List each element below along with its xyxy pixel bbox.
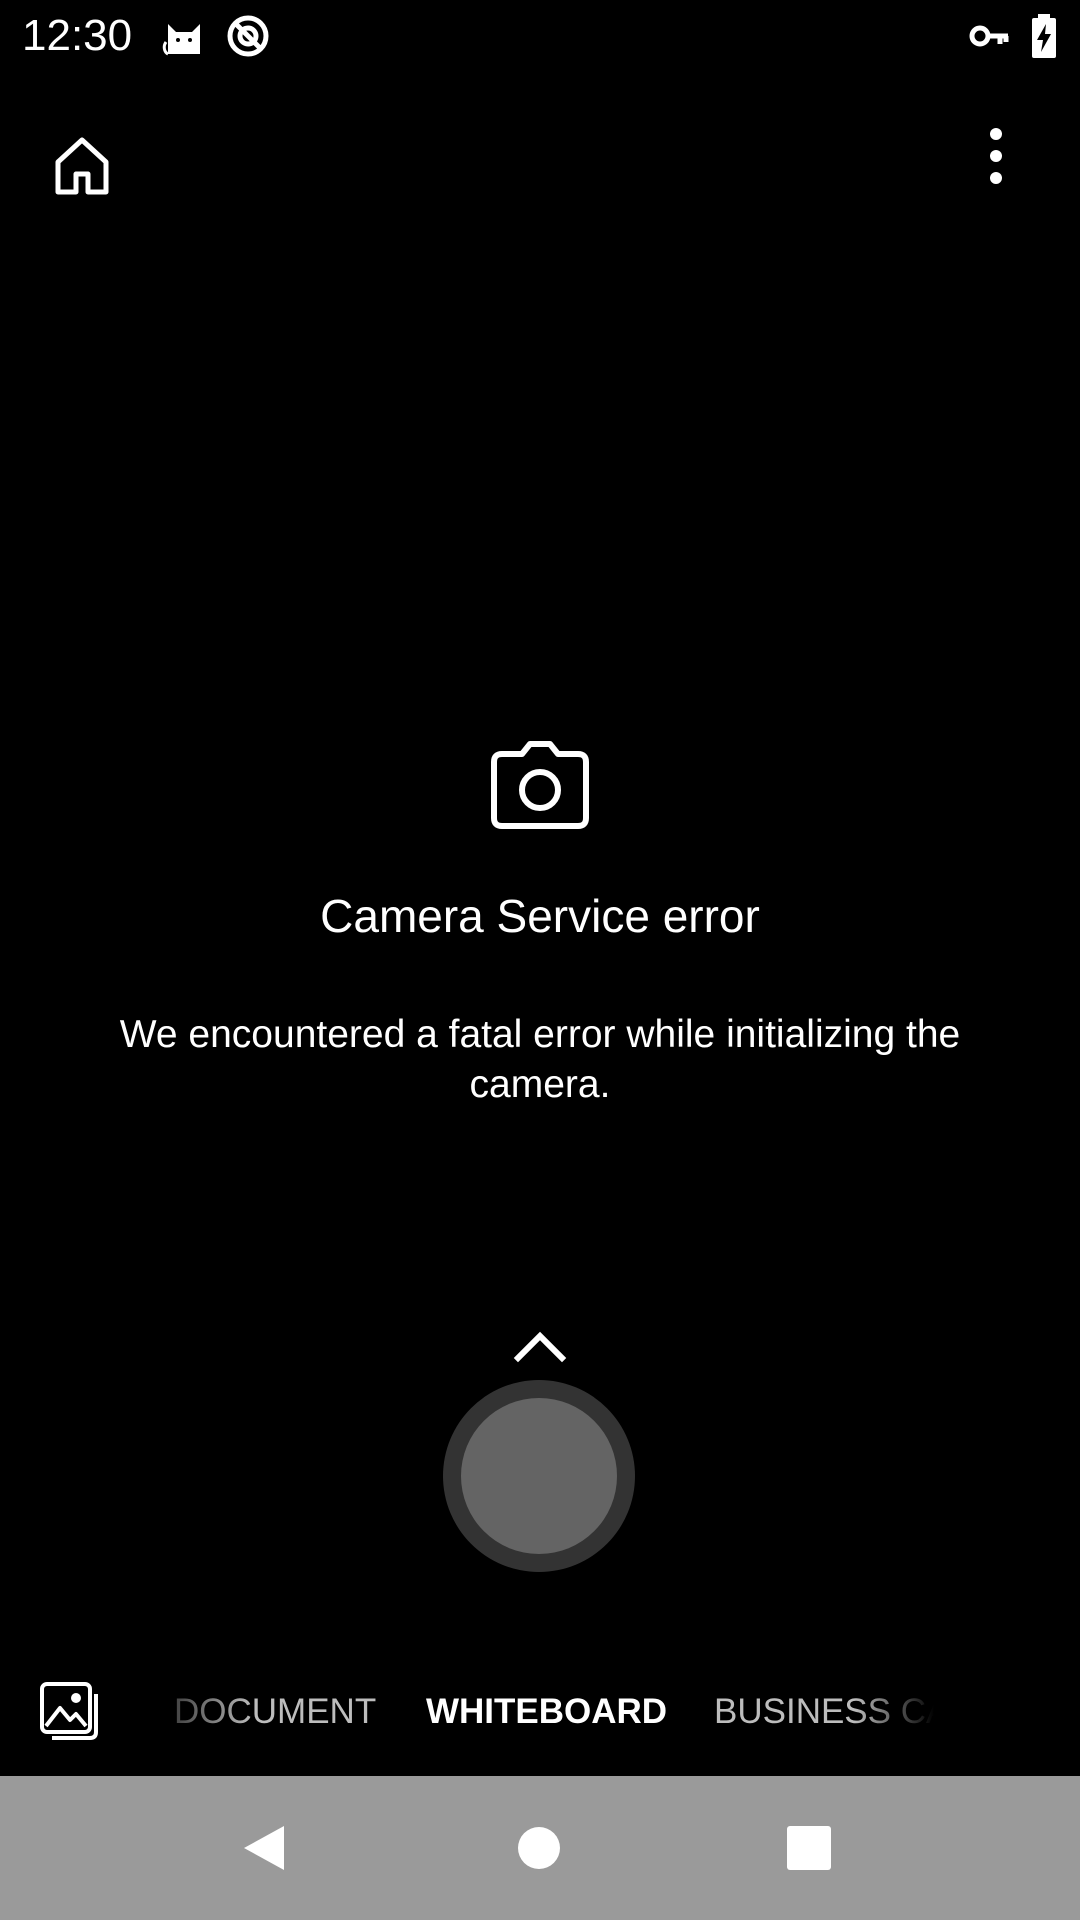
battery-charging-icon bbox=[1020, 12, 1068, 60]
shutter-button[interactable] bbox=[443, 1380, 635, 1572]
home-icon[interactable] bbox=[34, 118, 130, 214]
camera-screen: 12:30 Camera Service error We encountere… bbox=[0, 0, 1080, 1920]
mode-selector: DOCUMENT WHITEBOARD BUSINESS CARD bbox=[0, 1670, 1080, 1756]
error-message: We encountered a fatal error while initi… bbox=[119, 1013, 961, 1106]
mode-whiteboard[interactable]: WHITEBOARD bbox=[426, 1690, 667, 1734]
status-bar: 12:30 bbox=[0, 0, 1080, 72]
cat-notification-icon bbox=[160, 12, 208, 60]
error-title: Camera Service error bbox=[320, 890, 760, 942]
more-vert-icon[interactable] bbox=[948, 108, 1044, 204]
shutter-inner bbox=[461, 1398, 617, 1554]
recents-square-icon[interactable] bbox=[777, 1816, 841, 1880]
mode-document[interactable]: DOCUMENT bbox=[174, 1690, 376, 1734]
vpn-key-icon bbox=[966, 12, 1014, 60]
chevron-up-icon[interactable] bbox=[510, 1326, 570, 1366]
navigation-bar bbox=[0, 1776, 1080, 1920]
gallery-icon[interactable] bbox=[38, 1680, 100, 1742]
back-triangle-icon[interactable] bbox=[232, 1816, 296, 1880]
do-not-disturb-icon bbox=[224, 12, 272, 60]
mode-business-card[interactable]: BUSINESS CARD bbox=[714, 1690, 934, 1734]
camera-icon bbox=[490, 740, 590, 830]
home-circle-icon[interactable] bbox=[507, 1816, 571, 1880]
status-time: 12:30 bbox=[22, 11, 133, 60]
